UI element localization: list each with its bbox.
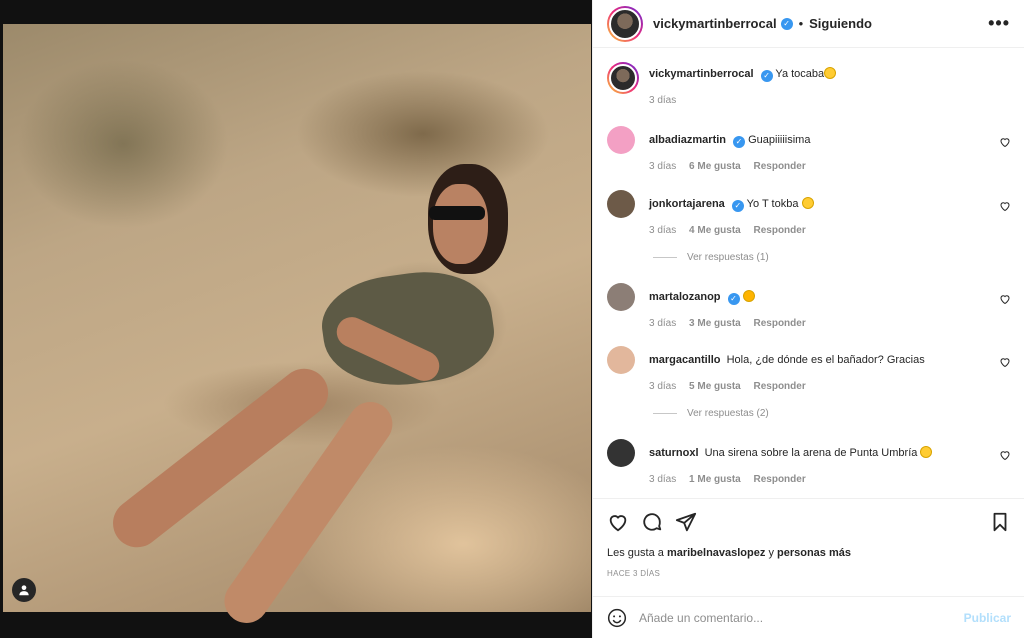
comment-likes-link[interactable]: 1 Me gusta	[689, 474, 741, 485]
comment-time: 3 días	[649, 381, 677, 392]
verified-badge-icon: ✓	[727, 293, 740, 305]
comment-username[interactable]: saturnoxl	[649, 447, 699, 459]
post-photo[interactable]	[3, 24, 591, 632]
divider	[653, 413, 677, 414]
comment-likes-link[interactable]: 6 Me gusta	[689, 161, 741, 172]
comment-meta: 3 días 4 Me gusta Responder	[649, 225, 816, 236]
caption-text: vickymartinberrocal ✓ Ya tocaba	[649, 67, 837, 82]
separator: •	[798, 16, 804, 31]
comment-time: 3 días	[649, 161, 677, 172]
view-replies-label: Ver respuestas (1)	[687, 252, 769, 263]
avatar[interactable]	[607, 439, 635, 467]
smiling-face-emoji-icon	[920, 446, 933, 458]
comment-text: albadiazmartin ✓ Guapiiiiisima	[649, 133, 810, 148]
avatar[interactable]	[607, 346, 635, 374]
photo-face-shape	[433, 184, 488, 264]
reply-button[interactable]: Responder	[754, 225, 806, 236]
publish-button[interactable]: Publicar	[964, 611, 1011, 625]
like-heart-icon[interactable]	[607, 511, 629, 533]
avatar[interactable]	[607, 190, 635, 218]
comment-meta: 3 días 6 Me gusta Responder	[649, 161, 816, 172]
verified-badge-icon: ✓	[780, 17, 793, 30]
following-button[interactable]: Siguiendo	[809, 16, 872, 31]
winking-face-emoji-icon	[801, 197, 814, 209]
comment-text: martalozanop ✓	[649, 290, 755, 305]
caption-meta: 3 días	[649, 95, 686, 106]
comment-body: Hola, ¿de dónde es el bañador? Gracias	[726, 354, 925, 366]
winking-face-emoji-icon	[824, 67, 837, 79]
comment-text: jonkortajarena ✓ Yo T tokba	[649, 197, 814, 212]
share-paper-plane-icon[interactable]	[675, 511, 697, 533]
heart-icon[interactable]	[999, 449, 1011, 461]
likes-prefix: Les gusta a	[607, 547, 664, 559]
avatar[interactable]	[607, 126, 635, 154]
caption-body: Ya tocaba	[775, 68, 825, 80]
post-header: vickymartinberrocal ✓ • Siguiendo •••	[593, 0, 1024, 48]
avatar[interactable]	[607, 283, 635, 311]
comment-time: 3 días	[649, 474, 677, 485]
others-likes-link[interactable]: personas más	[777, 547, 851, 559]
comment-meta: 3 días 1 Me gusta Responder	[649, 474, 816, 485]
author-username[interactable]: vickymartinberrocal	[653, 16, 777, 31]
comment-username[interactable]: margacantillo	[649, 354, 721, 366]
comment-input[interactable]	[639, 610, 964, 625]
add-comment-bar: Publicar	[593, 596, 1024, 638]
comment-likes-link[interactable]: 3 Me gusta	[689, 318, 741, 329]
author-avatar[interactable]	[607, 5, 643, 42]
divider	[653, 257, 677, 258]
view-replies-button[interactable]: Ver respuestas (2)	[653, 408, 769, 419]
tagged-users-button[interactable]	[12, 578, 36, 602]
photo-pane	[0, 0, 592, 638]
verified-badge-icon: ✓	[731, 200, 744, 212]
comment-bubble-icon[interactable]	[641, 511, 663, 533]
comment-body: Guapiiiiisima	[748, 134, 811, 146]
comment-meta: 3 días 3 Me gusta Responder	[649, 318, 816, 329]
photo-sunglasses-shape	[429, 206, 485, 220]
post-actions: Les gusta a maribelnavaslopez y personas…	[593, 498, 1024, 596]
save-bookmark-icon[interactable]	[989, 511, 1011, 533]
comment-body: Una sirena sobre la arena de Punta Umbrí…	[704, 447, 918, 459]
comment-time: 3 días	[649, 225, 677, 236]
user-icon	[19, 585, 29, 596]
caption-avatar[interactable]	[607, 62, 639, 94]
comment-meta: 3 días 5 Me gusta Responder	[649, 381, 816, 392]
comment-username[interactable]: albadiazmartin	[649, 134, 726, 146]
post-timestamp[interactable]: HACE 3 DÍAS	[607, 569, 660, 578]
comment-username[interactable]: jonkortajarena	[649, 198, 725, 210]
comment-text: saturnoxl Una sirena sobre la arena de P…	[649, 446, 933, 460]
post-sidebar: vickymartinberrocal ✓ • Siguiendo ••• vi…	[592, 0, 1024, 638]
heart-icon[interactable]	[999, 136, 1011, 148]
more-options-icon[interactable]: •••	[988, 13, 1010, 34]
view-replies-label: Ver respuestas (2)	[687, 408, 769, 419]
heart-icon[interactable]	[999, 200, 1011, 212]
verified-badge-icon: ✓	[733, 136, 746, 148]
liker-username[interactable]: maribelnavaslopez	[667, 547, 765, 559]
comment-username[interactable]: martalozanop	[649, 291, 721, 303]
star-struck-emoji-icon	[742, 290, 755, 302]
avatar	[609, 64, 637, 92]
avatar	[609, 7, 641, 40]
likes-summary: Les gusta a maribelnavaslopez y personas…	[607, 547, 851, 559]
heart-icon[interactable]	[999, 356, 1011, 368]
comment-body: Yo T tokba	[746, 198, 799, 210]
view-replies-button[interactable]: Ver respuestas (1)	[653, 252, 769, 263]
reply-button[interactable]: Responder	[754, 474, 806, 485]
reply-button[interactable]: Responder	[754, 161, 806, 172]
comments-list[interactable]: vickymartinberrocal ✓ Ya tocaba 3 días al…	[593, 48, 1024, 498]
comment-likes-link[interactable]: 4 Me gusta	[689, 225, 741, 236]
emoji-smiley-icon[interactable]	[607, 608, 627, 628]
action-bar	[607, 511, 1011, 535]
reply-button[interactable]: Responder	[754, 318, 806, 329]
reply-button[interactable]: Responder	[754, 381, 806, 392]
heart-icon[interactable]	[999, 293, 1011, 305]
likes-middle: y	[768, 547, 774, 559]
caption-username[interactable]: vickymartinberrocal	[649, 68, 754, 80]
caption-time: 3 días	[649, 95, 677, 106]
verified-badge-icon: ✓	[760, 70, 773, 82]
comment-time: 3 días	[649, 318, 677, 329]
comment-likes-link[interactable]: 5 Me gusta	[689, 381, 741, 392]
comment-text: margacantillo Hola, ¿de dónde es el baña…	[649, 353, 925, 367]
